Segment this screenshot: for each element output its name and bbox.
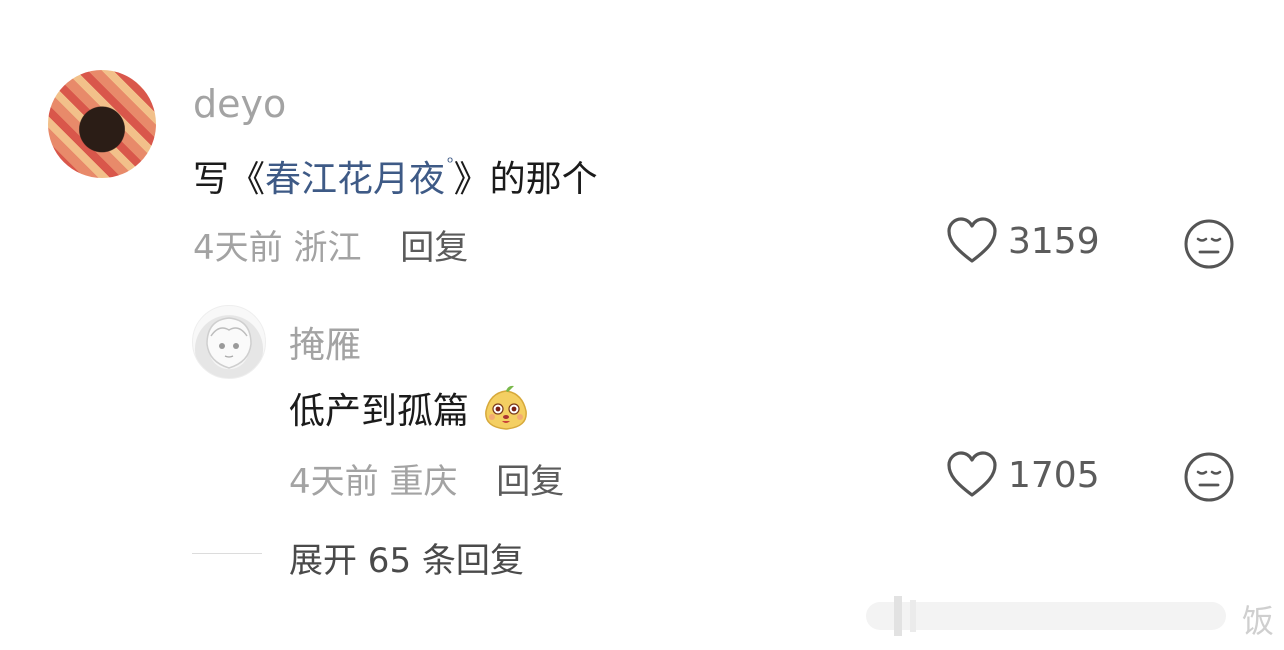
search-link-text[interactable]: 春江花月夜 xyxy=(265,159,445,200)
comment-like-count: 3159 xyxy=(1008,220,1100,262)
pear-face-emoji xyxy=(485,385,528,430)
comment-text-suffix: 》的那个 xyxy=(453,159,598,200)
neutral-face-icon[interactable] xyxy=(1183,218,1235,270)
watermark-text: 饭 xyxy=(1241,602,1274,640)
commenter-username[interactable]: deyo xyxy=(193,82,286,126)
search-icon: ᵒ xyxy=(447,153,454,172)
heart-outline-icon xyxy=(947,217,997,263)
anime-portrait-icon xyxy=(206,317,252,369)
reply-text: 低产到孤篇 xyxy=(289,382,532,434)
commenter-avatar[interactable] xyxy=(48,70,156,178)
expand-divider xyxy=(192,553,262,554)
neutral-face-icon[interactable] xyxy=(1183,451,1235,503)
reply-reply-button[interactable]: 回复 xyxy=(496,462,564,502)
watermark-graphic xyxy=(866,596,1226,636)
comment-location: 浙江 xyxy=(293,228,362,268)
reply-like-button[interactable]: 1705 xyxy=(946,451,1100,499)
search-link[interactable]: 春江花月夜 ᵒ xyxy=(265,153,454,200)
comment-time: 4天前 xyxy=(193,228,283,268)
heart-outline-icon xyxy=(947,451,997,497)
replier-username[interactable]: 掩雁 xyxy=(289,316,361,368)
reply-location: 重庆 xyxy=(389,462,458,502)
reply-meta: 4天前 重庆 回复 xyxy=(289,454,564,503)
comment-meta: 4天前 浙江 回复 xyxy=(193,220,468,269)
reply-like-count: 1705 xyxy=(1008,454,1100,496)
comment-text: 写《春江花月夜 ᵒ》的那个 xyxy=(193,150,598,202)
replier-avatar[interactable] xyxy=(192,305,266,379)
expand-replies-button[interactable]: 展开 65 条回复 xyxy=(289,533,524,582)
reply-text-content: 低产到孤篇 xyxy=(289,391,470,432)
comment-reply-button[interactable]: 回复 xyxy=(400,228,468,268)
reply-time: 4天前 xyxy=(289,462,379,502)
comment-text-prefix: 写《 xyxy=(193,159,266,200)
comment-like-button[interactable]: 3159 xyxy=(946,217,1100,265)
watermark: 饭 xyxy=(864,596,1274,640)
